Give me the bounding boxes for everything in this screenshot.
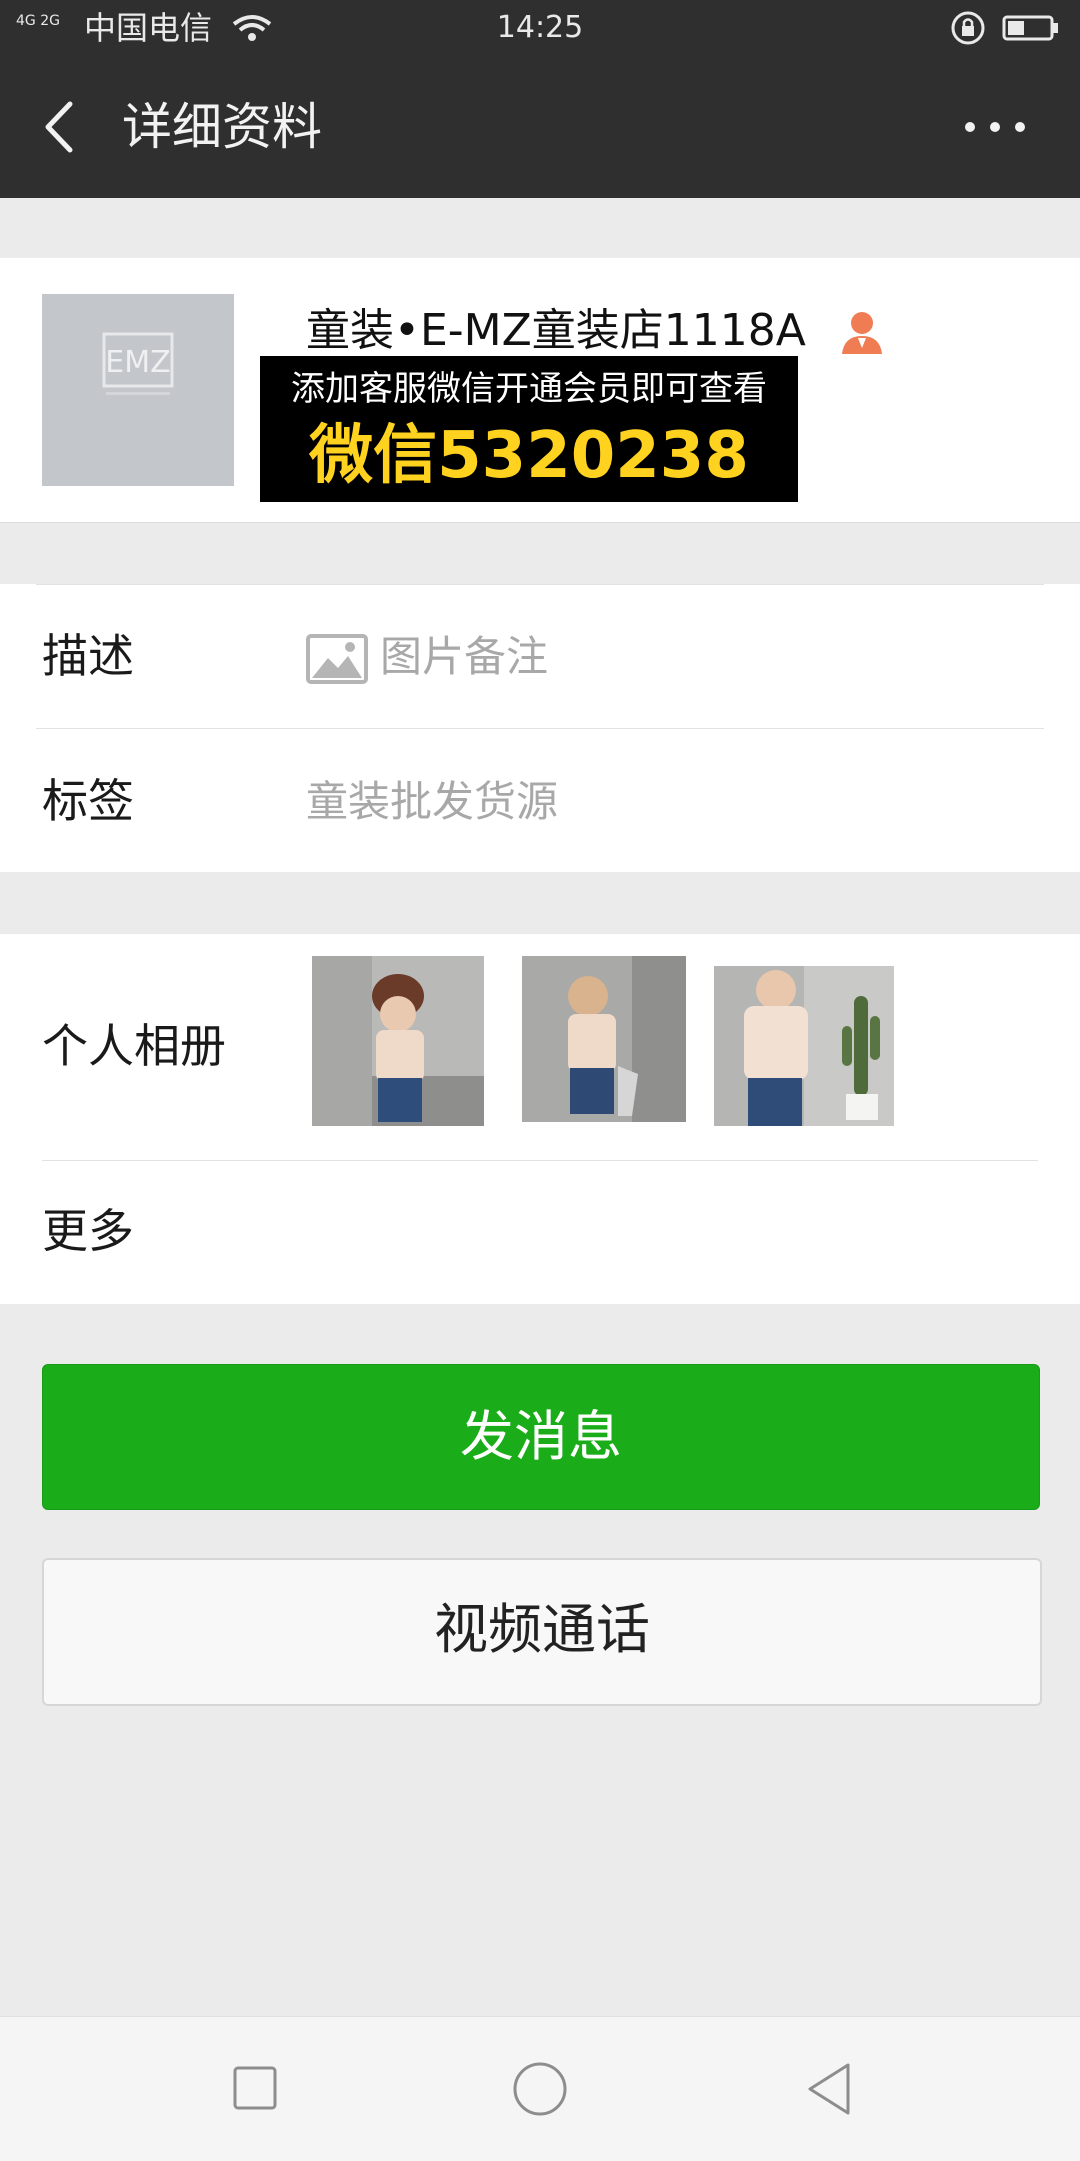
svg-text:EMZ: EMZ: [105, 345, 170, 380]
more-options-icon[interactable]: [960, 112, 1030, 142]
back-nav-icon[interactable]: [804, 2061, 854, 2117]
album-photo[interactable]: [312, 956, 484, 1126]
promo-banner: 添加客服微信开通会员即可查看 微信5320238: [260, 356, 798, 502]
avatar-logo: EMZ: [42, 294, 234, 486]
promo-wechat-id: 微信5320238: [309, 419, 749, 493]
info-section: 描述 图片备注 标签 童装批发货源: [0, 584, 1080, 872]
page-title: 详细资料: [122, 98, 322, 156]
album-photo[interactable]: [714, 966, 894, 1126]
description-label: 描述: [42, 629, 134, 683]
image-icon: [306, 634, 368, 684]
tags-row[interactable]: 标签 童装批发货源: [0, 729, 1080, 872]
avatar[interactable]: EMZ: [42, 294, 234, 486]
profile-card: EMZ 童装•E-MZ童装店1118A 添加客服微信开通会员即可查看 微信532…: [0, 258, 1080, 523]
album-row[interactable]: 个人相册: [0, 934, 1080, 1160]
contact-person-icon: [842, 312, 882, 354]
album-label: 个人相册: [42, 1019, 226, 1073]
rotation-lock-icon: [951, 11, 985, 45]
tags-label: 标签: [42, 774, 134, 828]
recent-apps-icon[interactable]: [232, 2065, 278, 2111]
album-section: 个人相册 更多: [0, 934, 1080, 1304]
more-label: 更多: [42, 1204, 134, 1258]
status-bar: 4G 2G 中国电信 14:25: [0, 0, 1080, 56]
send-message-button[interactable]: 发消息: [42, 1364, 1040, 1510]
home-icon[interactable]: [512, 2061, 568, 2117]
navigation-bar: [0, 2016, 1080, 2161]
back-arrow-icon[interactable]: [34, 96, 84, 158]
promo-text: 添加客服微信开通会员即可查看: [291, 369, 767, 409]
description-value: 图片备注: [380, 632, 549, 681]
more-row[interactable]: 更多: [0, 1161, 1080, 1304]
battery-icon: [1002, 15, 1058, 41]
video-call-button[interactable]: 视频通话: [42, 1558, 1042, 1706]
profile-nickname: 童装•E-MZ童装店1118A: [306, 305, 806, 356]
description-row[interactable]: 描述 图片备注: [0, 584, 1080, 728]
tags-value: 童装批发货源: [306, 777, 559, 826]
status-time: 14:25: [496, 10, 584, 45]
title-bar: 详细资料: [0, 56, 1080, 198]
album-photo[interactable]: [522, 956, 686, 1122]
